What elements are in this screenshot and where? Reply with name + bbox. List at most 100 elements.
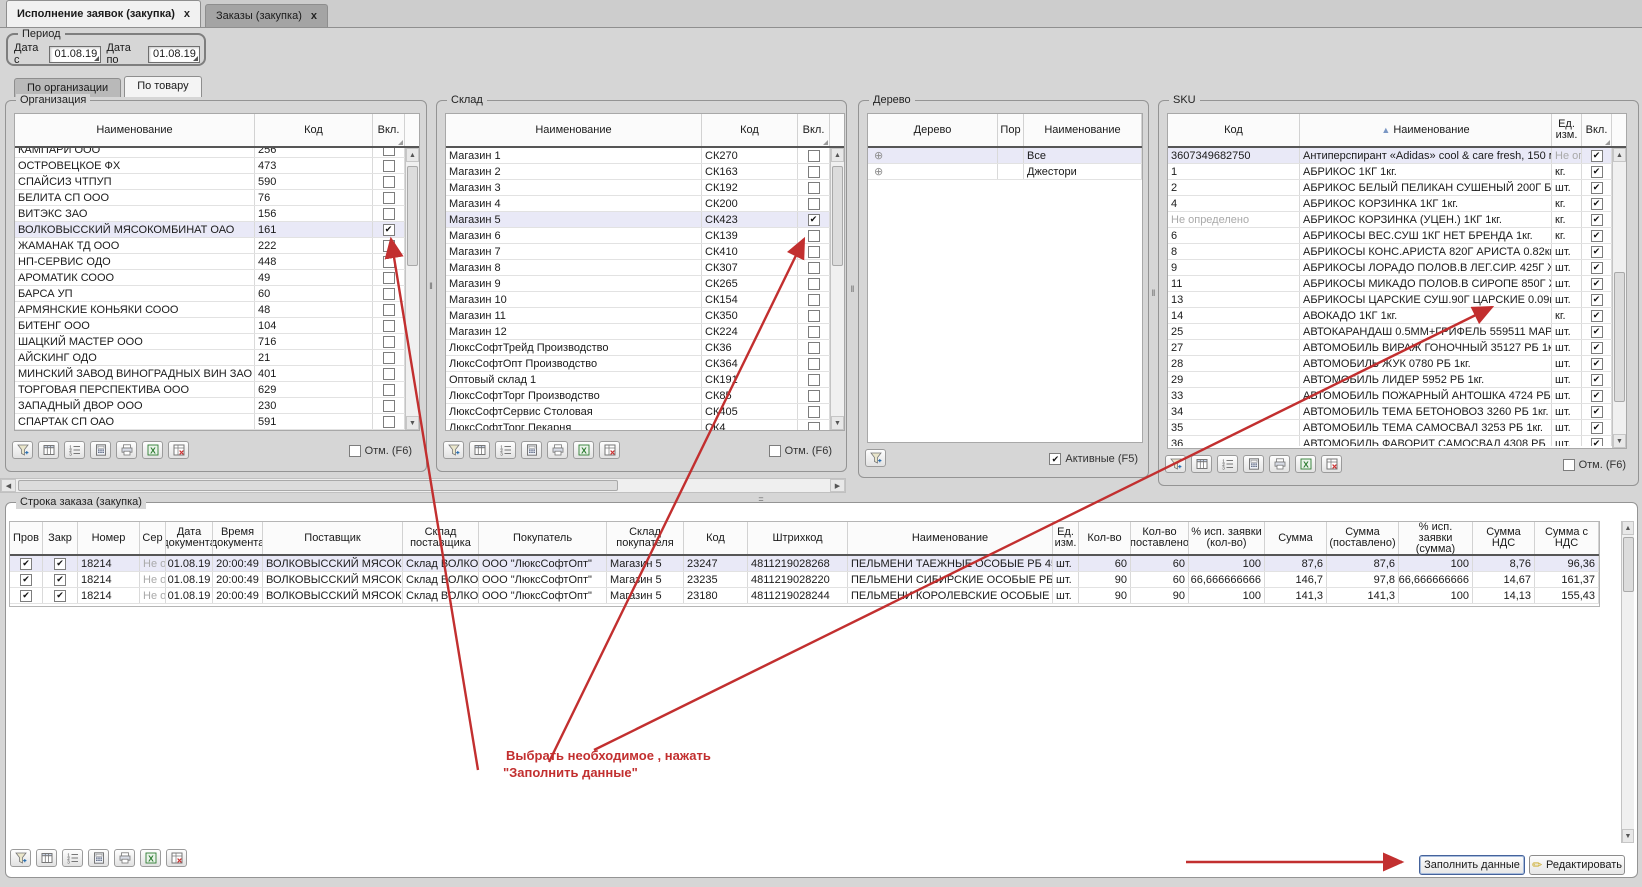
column-header[interactable]: Пор bbox=[998, 114, 1024, 146]
column-header[interactable]: Сумма (поставлено) bbox=[1327, 522, 1399, 554]
scroll-up-icon[interactable]: ▲ bbox=[406, 148, 419, 162]
export-excel-button[interactable]: X bbox=[573, 441, 594, 459]
column-header[interactable]: Вкл. bbox=[798, 114, 830, 146]
column-header[interactable]: Поставщик bbox=[263, 522, 403, 554]
order-scrollbar[interactable]: ▲ ▼ bbox=[1621, 521, 1634, 843]
scroll-up-icon[interactable]: ▲ bbox=[1622, 521, 1634, 535]
row-checkbox[interactable] bbox=[383, 288, 395, 300]
export-excel-button[interactable]: X bbox=[142, 441, 163, 459]
columns-button[interactable] bbox=[38, 441, 59, 459]
column-header[interactable]: Склад поставщика bbox=[403, 522, 479, 554]
fill-data-button[interactable]: Заполнить данные bbox=[1419, 855, 1525, 875]
column-header[interactable]: ▲Наименование bbox=[1300, 114, 1552, 146]
row-checkbox[interactable] bbox=[808, 182, 820, 194]
column-header[interactable]: Вкл. bbox=[373, 114, 405, 146]
table-row[interactable]: СПАЙСИЗ ЧТПУП590 bbox=[15, 174, 405, 190]
calculator-button[interactable] bbox=[1243, 455, 1264, 473]
column-header[interactable]: Время документа bbox=[213, 522, 263, 554]
table-row[interactable]: БЕЛИТА СП ООО76 bbox=[15, 190, 405, 206]
table-row[interactable]: ШАЦКИЙ МАСТЕР ООО716 bbox=[15, 334, 405, 350]
column-header[interactable]: Кол-во bbox=[1079, 522, 1131, 554]
column-header[interactable]: Дата документа bbox=[166, 522, 213, 554]
row-checkbox[interactable] bbox=[1591, 342, 1603, 354]
filter-button[interactable] bbox=[10, 849, 31, 867]
table-row[interactable]: Оптовый склад 1СК191 bbox=[446, 372, 830, 388]
export-excel-button[interactable]: X bbox=[1295, 455, 1316, 473]
row-checkbox[interactable] bbox=[383, 368, 395, 380]
column-header[interactable]: Наименование bbox=[1024, 114, 1142, 146]
column-header[interactable]: Закр bbox=[43, 522, 78, 554]
column-header[interactable]: Покупатель bbox=[479, 522, 607, 554]
row-checkbox[interactable] bbox=[1591, 406, 1603, 418]
row-checkbox[interactable] bbox=[808, 406, 820, 418]
table-row[interactable]: Магазин 12СК224 bbox=[446, 324, 830, 340]
print-button[interactable] bbox=[547, 441, 568, 459]
scroll-left-icon[interactable]: ◀ bbox=[1, 479, 16, 492]
table-row[interactable]: 28АВТОМОБИЛЬ ЖУК 0780 РБ 1кг.шт. bbox=[1168, 356, 1612, 372]
table-row[interactable]: 4АБРИКОС КОРЗИНКА 1КГ 1кг.кг. bbox=[1168, 196, 1612, 212]
row-checkbox[interactable] bbox=[808, 310, 820, 322]
table-row[interactable]: БИТЕНГ ООО104 bbox=[15, 318, 405, 334]
column-header[interactable]: Ед. изм. bbox=[1552, 114, 1582, 146]
row-checkbox[interactable] bbox=[1591, 438, 1603, 447]
row-checkbox[interactable] bbox=[808, 342, 820, 354]
row-checkbox[interactable] bbox=[383, 176, 395, 188]
row-checkbox[interactable] bbox=[383, 320, 395, 332]
row-checkbox[interactable] bbox=[54, 590, 66, 602]
column-header[interactable]: Номер bbox=[78, 522, 140, 554]
row-checkbox[interactable] bbox=[808, 374, 820, 386]
row-checkbox[interactable] bbox=[808, 358, 820, 370]
numbering-button[interactable]: 123 bbox=[1217, 455, 1238, 473]
splitter-handle[interactable]: ‖ bbox=[848, 100, 857, 478]
table-row[interactable]: 27АВТОМОБИЛЬ ВИРАЖ ГОНОЧНЫЙ 35127 РБ 1кш… bbox=[1168, 340, 1612, 356]
row-checkbox[interactable] bbox=[383, 336, 395, 348]
row-checkbox[interactable] bbox=[808, 294, 820, 306]
tab-po-tovaru[interactable]: По товару bbox=[124, 76, 201, 97]
row-checkbox[interactable] bbox=[1591, 198, 1603, 210]
row-checkbox[interactable] bbox=[1591, 294, 1603, 306]
table-row[interactable]: ЛюксСофтОпт ПроизводствоСК364 bbox=[446, 356, 830, 372]
row-checkbox[interactable] bbox=[383, 256, 395, 268]
scroll-up-icon[interactable]: ▲ bbox=[831, 148, 844, 162]
table-row[interactable]: ВИТЭКС ЗАО156 bbox=[15, 206, 405, 222]
table-row[interactable]: ЛюксСофтТорг ПекарняСК4 bbox=[446, 420, 830, 430]
column-header[interactable]: Код bbox=[684, 522, 748, 554]
row-checkbox[interactable] bbox=[383, 208, 395, 220]
table-row[interactable]: ⊕Все bbox=[868, 148, 1142, 164]
row-checkbox[interactable] bbox=[383, 304, 395, 316]
table-row[interactable]: 2АБРИКОС БЕЛЫЙ ПЕЛИКАН СУШЕНЫЙ 200Г Бшт. bbox=[1168, 180, 1612, 196]
row-checkbox[interactable] bbox=[808, 166, 820, 178]
row-checkbox[interactable] bbox=[808, 246, 820, 258]
column-header[interactable]: Наименование bbox=[446, 114, 702, 146]
row-checkbox[interactable] bbox=[20, 558, 32, 570]
tab-zakazy[interactable]: Заказы (закупка) x bbox=[205, 4, 328, 27]
table-row[interactable]: 34АВТОМОБИЛЬ ТЕМА БЕТОНОВОЗ 3260 РБ 1кг.… bbox=[1168, 404, 1612, 420]
table-row[interactable]: АРОМАТИК СООО49 bbox=[15, 270, 405, 286]
row-checkbox[interactable] bbox=[383, 272, 395, 284]
row-checkbox[interactable] bbox=[1591, 166, 1603, 178]
row-checkbox[interactable] bbox=[1591, 230, 1603, 242]
column-header[interactable]: Код bbox=[702, 114, 798, 146]
table-row[interactable]: Магазин 10СК154 bbox=[446, 292, 830, 308]
table-row[interactable]: ЛюксСофтСервис СтоловаяСК405 bbox=[446, 404, 830, 420]
row-checkbox[interactable] bbox=[383, 384, 395, 396]
row-checkbox[interactable] bbox=[808, 326, 820, 338]
table-row[interactable]: Магазин 3СК192 bbox=[446, 180, 830, 196]
tab-close-icon[interactable]: x bbox=[311, 11, 317, 21]
print-button[interactable] bbox=[114, 849, 135, 867]
row-checkbox[interactable] bbox=[808, 262, 820, 274]
column-setup-button[interactable] bbox=[599, 441, 620, 459]
expand-icon[interactable]: ⊕ bbox=[874, 149, 883, 163]
row-checkbox[interactable] bbox=[1591, 278, 1603, 290]
table-row[interactable]: АРМЯНСКИЕ КОНЬЯКИ СООО48 bbox=[15, 302, 405, 318]
table-row[interactable]: НП-СЕРВИС ОДО448 bbox=[15, 254, 405, 270]
row-checkbox[interactable] bbox=[383, 160, 395, 172]
sku-scrollbar[interactable]: ▲ ▼ bbox=[1612, 148, 1626, 448]
sku-otm-check[interactable]: Отм. (F6) bbox=[1563, 459, 1626, 471]
table-row[interactable]: Магазин 7СК410 bbox=[446, 244, 830, 260]
row-checkbox[interactable] bbox=[383, 240, 395, 252]
calculator-button[interactable] bbox=[88, 849, 109, 867]
row-checkbox[interactable] bbox=[1591, 246, 1603, 258]
date-to-input[interactable]: 01.08.19 bbox=[148, 46, 200, 63]
row-checkbox[interactable] bbox=[383, 416, 395, 428]
